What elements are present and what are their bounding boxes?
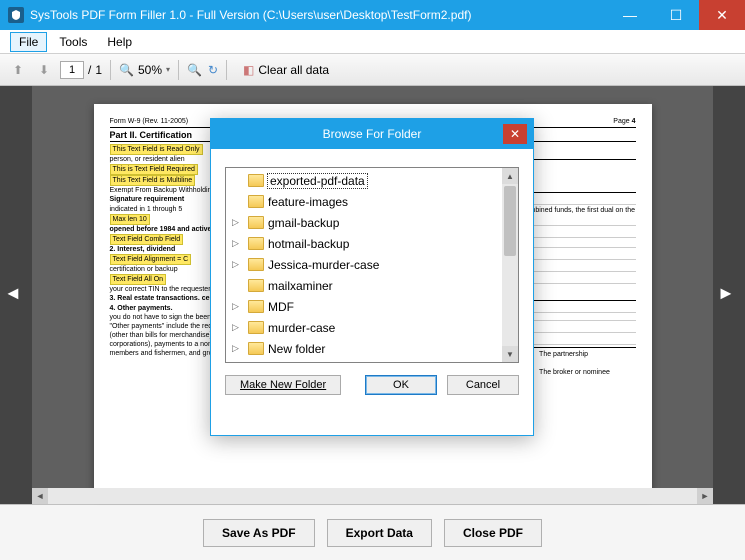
zoom-value[interactable]: 50%: [138, 63, 162, 77]
prev-page-icon: ◄: [4, 283, 28, 307]
clear-all-button[interactable]: ◧ Clear all data: [235, 61, 337, 79]
folder-icon: [248, 342, 264, 355]
folder-item[interactable]: MDF: [226, 296, 518, 317]
minimize-button[interactable]: —: [607, 0, 653, 30]
text-other: 4. Other payments.: [110, 305, 173, 312]
menu-help[interactable]: Help: [99, 33, 140, 51]
text-indicated: indicated in 1 through 5: [110, 206, 183, 213]
field-readonly: This Text Field is Read Only: [110, 144, 203, 155]
menubar: File Tools Help: [0, 30, 745, 54]
tree-scrollbar[interactable]: ▲ ▼: [502, 168, 518, 362]
dialog-title: Browse For Folder ✕: [211, 119, 533, 149]
text-signature: Signature requirement: [110, 196, 185, 203]
page-current-input[interactable]: [60, 61, 84, 79]
page-separator: /: [88, 63, 91, 77]
folder-label: mailxaminer: [268, 279, 333, 293]
text-exempt: Exempt From Backup Withholding: [110, 187, 216, 194]
folder-item[interactable]: mailxaminer: [226, 275, 518, 296]
page-down-icon[interactable]: ⬇: [34, 60, 54, 80]
browse-folder-dialog: Browse For Folder ✕ exported-pdf-data fea…: [210, 118, 534, 436]
r-partnership: The partnership: [539, 350, 635, 368]
zoom-icon[interactable]: 🔍: [119, 63, 134, 77]
field-allon: Text Field All On: [110, 274, 167, 285]
nav-right[interactable]: ►: [713, 86, 745, 504]
folder-item[interactable]: exported-pdf-data: [226, 170, 518, 191]
folder-label: New folder: [268, 342, 325, 356]
page-up-icon[interactable]: ⬆: [8, 60, 28, 80]
ok-button[interactable]: OK: [365, 375, 437, 395]
page-label: Page: [613, 118, 629, 125]
zoom-dropdown-icon[interactable]: ▾: [166, 65, 170, 74]
folder-label: feature-images: [268, 195, 348, 209]
close-pdf-button[interactable]: Close PDF: [444, 519, 542, 547]
window-title: SysTools PDF Form Filler 1.0 - Full Vers…: [30, 8, 607, 22]
folder-label: gmail-backup: [268, 216, 339, 230]
folder-icon: [248, 237, 264, 250]
r-broker: The broker or nominee: [539, 368, 635, 386]
scroll-right-icon[interactable]: ►: [697, 488, 713, 504]
folder-item[interactable]: New folder: [226, 338, 518, 359]
rotate-icon[interactable]: ↻: [208, 63, 218, 77]
folder-label: murder-case: [268, 321, 335, 335]
folder-icon: [248, 258, 264, 271]
scroll-left-icon[interactable]: ◄: [32, 488, 48, 504]
field-maxlen: Max len 10: [110, 214, 150, 225]
folder-icon: [248, 279, 264, 292]
field-comb: Text Field Comb Field: [110, 234, 184, 245]
folder-icon: [248, 321, 264, 334]
scroll-thumb[interactable]: [504, 186, 516, 256]
scroll-up-icon[interactable]: ▲: [502, 168, 518, 184]
next-page-icon: ►: [717, 283, 741, 307]
eraser-icon: ◧: [243, 63, 254, 77]
titlebar: SysTools PDF Form Filler 1.0 - Full Vers…: [0, 0, 745, 30]
field-multiline: This Text Field is Multiline: [110, 175, 196, 186]
dialog-title-label: Browse For Folder: [323, 127, 422, 141]
toolbar: ⬆ ⬇ / 1 🔍 50% ▾ 🔍 ↻ ◧ Clear all data: [0, 54, 745, 86]
app-icon: [8, 7, 24, 23]
text-interest: 2. Interest, dividend: [110, 246, 176, 253]
folder-item[interactable]: hotmail-backup: [226, 233, 518, 254]
folder-item[interactable]: Jessica-murder-case: [226, 254, 518, 275]
text-person: person, or resident alien: [110, 156, 185, 163]
folder-icon: [248, 216, 264, 229]
folder-icon: [248, 300, 264, 313]
field-required: This is Text Field Required: [110, 164, 198, 175]
folder-item[interactable]: gmail-backup: [226, 212, 518, 233]
make-new-folder-button[interactable]: Make New Folder: [225, 375, 341, 395]
folder-label: MDF: [268, 300, 294, 314]
clear-all-label: Clear all data: [258, 63, 329, 77]
folder-tree[interactable]: exported-pdf-data feature-images gmail-bac…: [225, 167, 519, 363]
folder-icon: [248, 195, 264, 208]
zoom-add-icon[interactable]: 🔍: [187, 63, 202, 77]
save-as-pdf-button[interactable]: Save As PDF: [203, 519, 315, 547]
folder-item[interactable]: feature-images: [226, 191, 518, 212]
maximize-button[interactable]: ☐: [653, 0, 699, 30]
field-align: Text Field Alignment = C: [110, 254, 192, 265]
export-data-button[interactable]: Export Data: [327, 519, 432, 547]
close-button[interactable]: ✕: [699, 0, 745, 30]
footer: Save As PDF Export Data Close PDF: [0, 504, 745, 560]
page-total: 1: [95, 63, 102, 77]
folder-item[interactable]: murder-case: [226, 317, 518, 338]
form-revision: Form W-9 (Rev. 11-2005): [110, 118, 189, 125]
cancel-button[interactable]: Cancel: [447, 375, 519, 395]
text-cert: certification or backup: [110, 266, 178, 273]
scroll-down-icon[interactable]: ▼: [502, 346, 518, 362]
folder-label: Jessica-murder-case: [268, 258, 379, 272]
horizontal-scrollbar[interactable]: ◄ ►: [32, 488, 713, 504]
menu-file[interactable]: File: [10, 32, 47, 52]
page-number: 4: [632, 118, 636, 125]
folder-label: exported-pdf-data: [268, 174, 367, 188]
menu-tools[interactable]: Tools: [51, 33, 95, 51]
folder-label: hotmail-backup: [268, 237, 349, 251]
dialog-close-button[interactable]: ✕: [503, 124, 527, 144]
part-title: Part II. Certification: [110, 130, 193, 140]
folder-icon: [248, 174, 264, 187]
nav-left[interactable]: ◄: [0, 86, 32, 504]
